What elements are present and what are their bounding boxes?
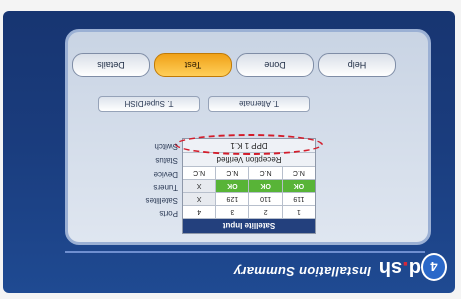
port-cell: 2 — [249, 206, 283, 218]
row-label-status: Status — [155, 156, 178, 165]
switch-value-box: DPP 1 K.1 — [175, 134, 323, 155]
device-cell: N.C — [292, 169, 305, 177]
screen-background: 4 d.sh Installation Summary Satellite In… — [3, 11, 455, 293]
screen-title: Installation Summary — [233, 264, 371, 279]
ports-row: 1 2 3 4 — [183, 206, 315, 219]
satellites-row: 119 110 129 X — [183, 193, 315, 206]
satellite-table-header: Satellite Input — [183, 219, 315, 233]
logo-dot: . — [402, 256, 409, 283]
port-cell: 1 — [296, 208, 301, 216]
row-label-device: Device — [153, 170, 178, 179]
highlight-oval — [175, 134, 323, 155]
tuner-status-cell: OK — [282, 180, 315, 192]
superdish-option[interactable]: T. SuperDISH — [98, 96, 200, 112]
logo-letter: d — [408, 257, 421, 279]
tuners-row: OK OK OK X — [183, 180, 315, 193]
page-number-badge: 4 — [421, 253, 447, 281]
dish-logo: d.sh — [379, 255, 421, 283]
row-label-switch: Switch — [154, 142, 178, 151]
alternate-option[interactable]: T. Alternate — [208, 96, 310, 112]
tuner-status-cell: OK — [249, 180, 283, 192]
row-label-tuners: Tuners — [153, 183, 178, 192]
port-cell: 4 — [183, 206, 217, 218]
tuner-status-cell: X — [183, 180, 217, 192]
satellite-cell: X — [183, 193, 217, 205]
satellite-cell: 110 — [249, 193, 283, 205]
tv-screen: 4 d.sh Installation Summary Satellite In… — [0, 0, 461, 299]
title-divider — [65, 251, 425, 253]
help-button[interactable]: Help — [318, 53, 396, 77]
satellite-cell: 129 — [216, 193, 250, 205]
logo-tail: sh — [378, 257, 403, 279]
device-cell: N.C — [183, 167, 217, 179]
test-button[interactable]: Test — [154, 53, 232, 77]
port-cell: 3 — [216, 206, 250, 218]
satellite-input-table: Satellite Input 1 2 3 4 119 110 129 X OK… — [175, 134, 323, 234]
device-cell: N.C — [249, 167, 283, 179]
device-cell: N.C — [216, 167, 250, 179]
done-button[interactable]: Done — [236, 53, 314, 77]
tuner-status-cell: OK — [216, 180, 250, 192]
details-button[interactable]: Details — [72, 53, 150, 77]
row-label-satellites: Satellites — [145, 196, 178, 205]
row-label-ports: Ports — [159, 209, 178, 218]
satellite-cell: 119 — [293, 195, 305, 203]
summary-panel: Satellite Input 1 2 3 4 119 110 129 X OK… — [65, 29, 431, 245]
status-value: Reception Verified — [183, 153, 315, 167]
device-row: N.C N.C N.C N.C — [183, 167, 315, 180]
